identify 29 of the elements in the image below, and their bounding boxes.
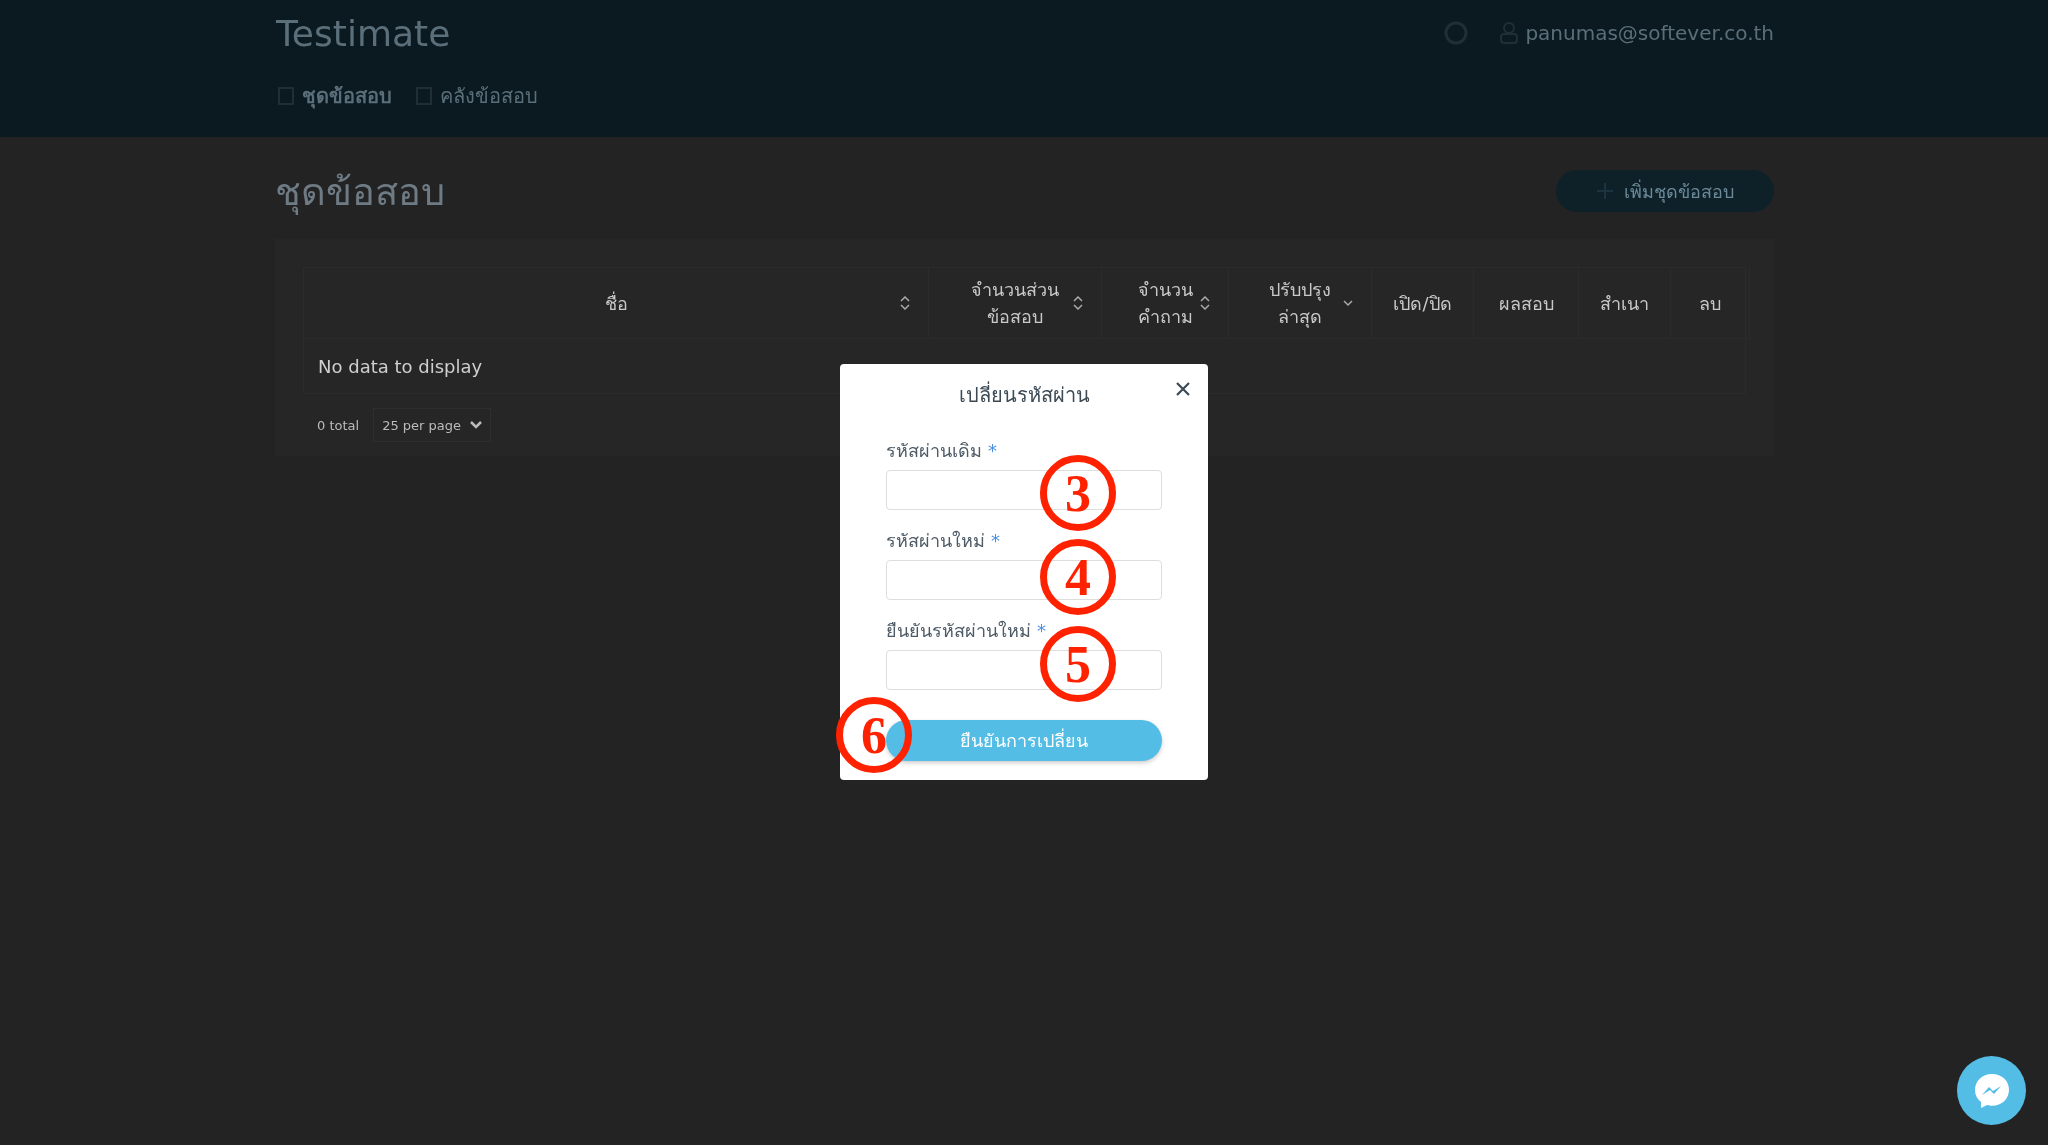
step-number-marker: 4 (1040, 539, 1116, 615)
column-header[interactable]: เปิด/ปิด (1372, 268, 1474, 338)
close-icon (1176, 382, 1190, 396)
password-field[interactable] (886, 560, 1162, 600)
close-button[interactable] (1174, 380, 1192, 398)
chevron-down-icon (1343, 299, 1353, 307)
column-header[interactable]: สำเนา (1579, 268, 1671, 338)
field-label: รหัสผ่านเดิม * (886, 439, 998, 463)
column-header[interactable]: ผลสอบ (1474, 268, 1579, 338)
column-header[interactable]: ลบ (1671, 268, 1750, 338)
step-number-marker: 6 (836, 697, 912, 773)
required-mark: * (988, 440, 997, 461)
column-header[interactable]: ชื่อ (304, 268, 929, 338)
dialog-title: เปลี่ยนรหัสผ่าน (957, 380, 1091, 409)
per-page-select[interactable]: 25 per page (373, 408, 492, 442)
sort-icon (900, 296, 910, 310)
required-mark: * (991, 530, 1000, 551)
password-field[interactable] (886, 470, 1162, 510)
column-header[interactable]: จำนวนส่วน ข้อสอบ (929, 268, 1102, 338)
step-number-marker: 3 (1040, 455, 1116, 531)
add-button[interactable]: เพิ่มชุดข้อสอบ (1556, 170, 1774, 212)
column-header[interactable]: ปรับปรุง ล่าสุด (1229, 268, 1372, 338)
chevron-down-icon (470, 421, 483, 429)
field-label: รหัสผ่านใหม่ * (886, 529, 1001, 553)
page-title: ชุดข้อสอบ (275, 168, 445, 217)
total-count: 0 total (317, 417, 360, 433)
column-header[interactable]: จำนวน คำถาม (1102, 268, 1229, 338)
sort-icon (1200, 296, 1210, 310)
sort-icon (1073, 296, 1083, 310)
